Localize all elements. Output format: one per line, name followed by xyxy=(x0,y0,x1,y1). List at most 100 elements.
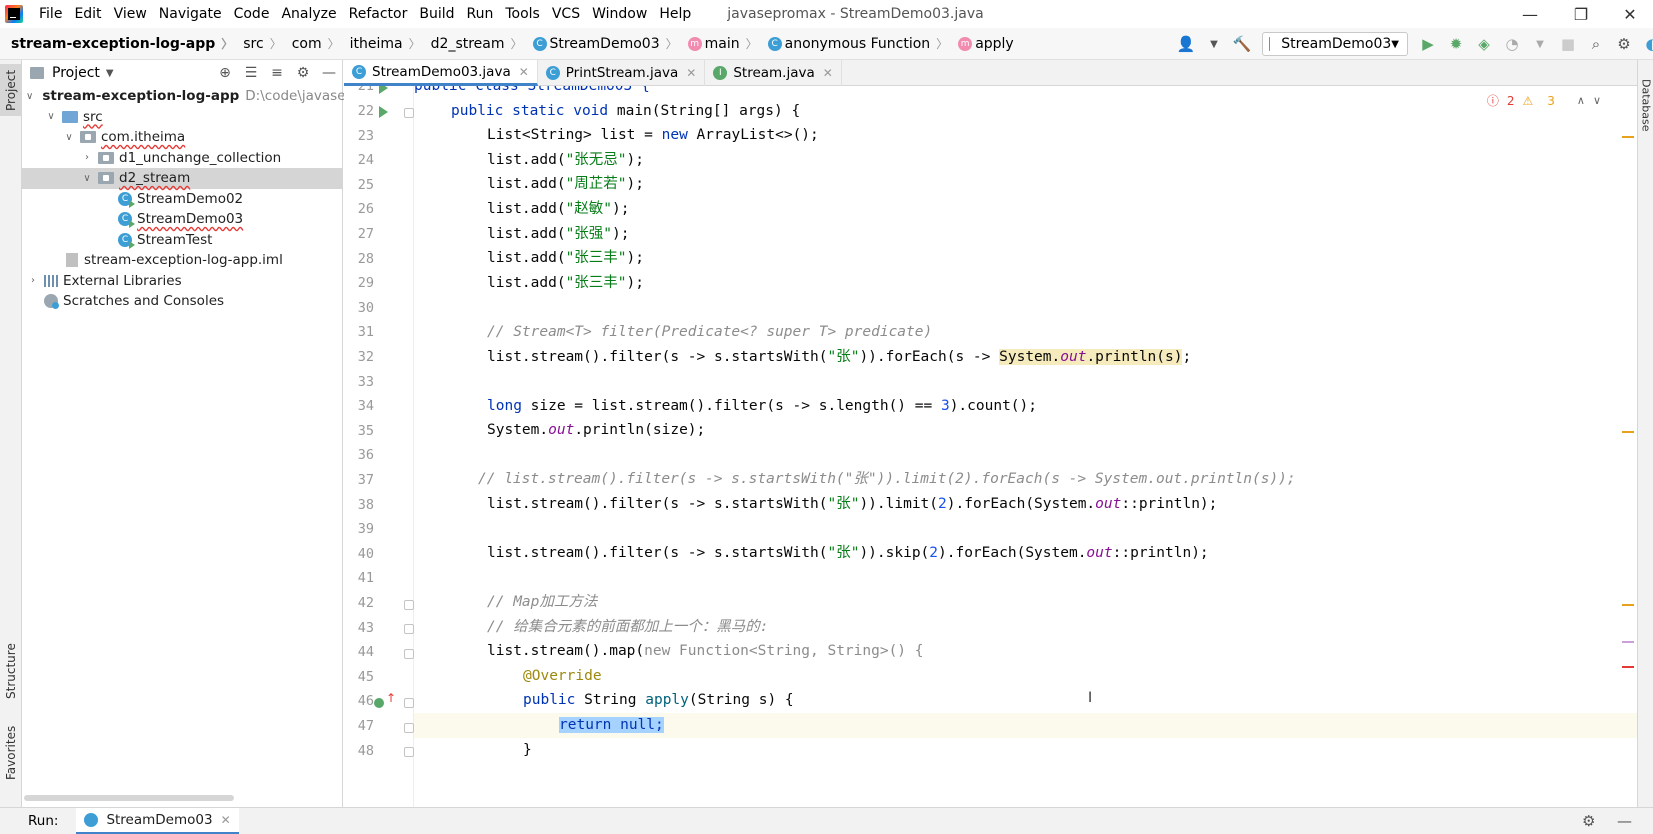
warning-marker[interactable] xyxy=(1622,136,1634,138)
tree-item-scratches[interactable]: Scratches and Consoles xyxy=(22,291,343,312)
code-line-48: } xyxy=(523,742,532,758)
fold-icon[interactable] xyxy=(404,723,414,733)
tree-item-project-root[interactable]: ∨ stream-exception-log-app D:\code\javas… xyxy=(22,86,368,107)
menu-refactor[interactable]: Refactor xyxy=(343,0,414,28)
chevron-down-icon[interactable]: ∨ xyxy=(80,173,94,184)
close-tab-icon[interactable]: ✕ xyxy=(221,813,231,827)
restore-icon[interactable]: ❐ xyxy=(1558,0,1604,28)
fold-icon[interactable] xyxy=(404,108,414,118)
warning-marker[interactable] xyxy=(1622,604,1634,606)
tab-stream[interactable]: I Stream.java ✕ xyxy=(705,60,842,86)
gear-icon[interactable]: ⚙ xyxy=(1582,812,1595,830)
tree-item-package-d1[interactable]: › d1_unchange_collection xyxy=(22,148,343,169)
menu-navigate[interactable]: Navigate xyxy=(153,0,228,28)
expand-all-icon[interactable]: ☰ xyxy=(238,65,264,81)
warning-marker[interactable] xyxy=(1622,431,1634,433)
chevron-down-icon[interactable]: ∨ xyxy=(62,132,76,143)
locate-icon[interactable]: ⊕ xyxy=(212,65,238,81)
gear-icon[interactable]: ⚙ xyxy=(290,65,316,81)
menu-view[interactable]: View xyxy=(108,0,153,28)
run-gutter-icon[interactable] xyxy=(379,86,388,94)
collapse-all-icon[interactable]: ≡ xyxy=(264,65,290,81)
tree-item-class-streamdemo03[interactable]: C StreamDemo03 xyxy=(22,209,343,230)
search-icon[interactable]: ⌕ xyxy=(1584,32,1608,56)
fold-icon[interactable] xyxy=(404,698,414,708)
fold-icon[interactable] xyxy=(404,600,414,610)
chevron-down-icon[interactable]: ∨ xyxy=(44,111,58,122)
menu-build[interactable]: Build xyxy=(413,0,460,28)
chevron-down-icon[interactable]: ▼ xyxy=(106,68,114,79)
project-view-selector[interactable]: Project xyxy=(52,65,100,81)
fold-icon[interactable] xyxy=(404,747,414,757)
tree-item-external-libraries[interactable]: › External Libraries xyxy=(22,271,343,292)
chevron-down-icon[interactable]: ∨ xyxy=(26,91,33,102)
code-editor[interactable]: 21 22 23 24 25 26 27 28 29 30 31 32 33 3… xyxy=(344,86,1637,807)
hide-icon[interactable]: — xyxy=(316,65,342,81)
override-arrow-icon[interactable]: ↑ xyxy=(386,691,396,705)
run-icon[interactable]: ▶ xyxy=(1416,32,1440,56)
tree-item-class-streamtest[interactable]: C StreamTest xyxy=(22,230,343,251)
project-horizontal-scrollbar[interactable] xyxy=(24,795,234,801)
breadcrumb-anonymous[interactable]: Canonymous Function 〉 xyxy=(758,35,948,52)
build-hammer-icon[interactable]: 🔨 xyxy=(1230,32,1254,56)
menu-file[interactable]: File xyxy=(33,0,68,28)
hide-icon[interactable]: — xyxy=(1617,812,1632,830)
jetbrains-toolbox-icon[interactable]: ◐ xyxy=(1640,32,1653,56)
minimize-icon[interactable]: — xyxy=(1507,0,1553,28)
breadcrumb-apply[interactable]: m apply xyxy=(948,36,1014,52)
info-marker[interactable] xyxy=(1622,641,1634,643)
tab-printstream[interactable]: C PrintStream.java ✕ xyxy=(538,60,706,86)
menu-window[interactable]: Window xyxy=(586,0,653,28)
chevron-down-icon[interactable]: ∨ xyxy=(1593,94,1601,107)
breadcrumb-project[interactable]: stream-exception-log-app 〉 xyxy=(0,35,233,52)
close-tab-icon[interactable]: ✕ xyxy=(823,66,833,80)
implements-method-icon[interactable] xyxy=(374,698,384,708)
tree-item-package-com-itheima[interactable]: ∨ com.itheima xyxy=(22,127,343,148)
breadcrumb-method[interactable]: m main 〉 xyxy=(678,35,758,52)
chevron-right-icon[interactable]: › xyxy=(80,152,94,163)
tree-item-iml[interactable]: stream-exception-log-app.iml xyxy=(22,250,343,271)
tree-item-src[interactable]: ∨ src xyxy=(22,107,343,128)
breadcrumb-class[interactable]: C StreamDemo03 〉 xyxy=(523,35,678,52)
user-icon[interactable]: 👤 xyxy=(1174,32,1198,56)
profile-icon[interactable]: ◔ xyxy=(1500,32,1524,56)
tree-item-package-d2[interactable]: ∨ d2_stream xyxy=(22,168,343,189)
chevron-right-icon[interactable]: › xyxy=(26,275,40,286)
chevron-up-icon[interactable]: ∧ xyxy=(1577,94,1585,107)
breadcrumb-itheima[interactable]: itheima 〉 xyxy=(340,35,421,52)
menu-tools[interactable]: Tools xyxy=(499,0,546,28)
menu-analyze[interactable]: Analyze xyxy=(275,0,342,28)
menu-help[interactable]: Help xyxy=(653,0,697,28)
close-tab-icon[interactable]: ✕ xyxy=(686,66,696,80)
menu-vcs[interactable]: VCS xyxy=(546,0,586,28)
error-marker[interactable] xyxy=(1622,666,1634,668)
run-tab-streamdemo03[interactable]: StreamDemo03 ✕ xyxy=(76,807,239,834)
fold-icon[interactable] xyxy=(404,624,414,634)
structure-tool-tab[interactable]: Structure xyxy=(0,636,22,706)
menu-edit[interactable]: Edit xyxy=(68,0,107,28)
close-tab-icon[interactable]: ✕ xyxy=(519,65,529,79)
debug-icon[interactable]: ✹ xyxy=(1444,32,1468,56)
inspection-widget[interactable]: ⓘ 2 ⚠ 3 ∧ ∨ xyxy=(1487,92,1601,109)
database-tool-tab[interactable]: Database xyxy=(1638,70,1653,140)
error-stripe[interactable] xyxy=(1622,86,1636,807)
gear-icon[interactable]: ⚙ xyxy=(1612,32,1636,56)
breadcrumb-src[interactable]: src 〉 xyxy=(233,35,281,52)
favorites-tool-tab[interactable]: Favorites xyxy=(0,718,22,788)
line-number: 35 xyxy=(357,423,374,439)
run-configuration-select[interactable]: StreamDemo03 ▼ xyxy=(1262,32,1408,56)
fold-icon[interactable] xyxy=(404,649,414,659)
chevron-down-icon[interactable]: ▼ xyxy=(1528,32,1552,56)
stop-icon[interactable]: ■ xyxy=(1556,32,1580,56)
coverage-icon[interactable]: ◈ xyxy=(1472,32,1496,56)
menu-code[interactable]: Code xyxy=(228,0,276,28)
tree-item-class-streamdemo02[interactable]: C StreamDemo02 xyxy=(22,189,343,210)
chevron-down-icon[interactable]: ▼ xyxy=(1202,32,1226,56)
breadcrumb-d2-stream[interactable]: d2_stream 〉 xyxy=(421,35,523,52)
breadcrumb-com[interactable]: com 〉 xyxy=(282,35,340,52)
project-tool-tab[interactable]: Project xyxy=(0,64,22,116)
tab-streamdemo03[interactable]: C StreamDemo03.java ✕ xyxy=(344,60,538,86)
menu-run[interactable]: Run xyxy=(461,0,500,28)
close-window-icon[interactable]: ✕ xyxy=(1607,0,1653,28)
run-gutter-icon[interactable] xyxy=(379,106,388,118)
